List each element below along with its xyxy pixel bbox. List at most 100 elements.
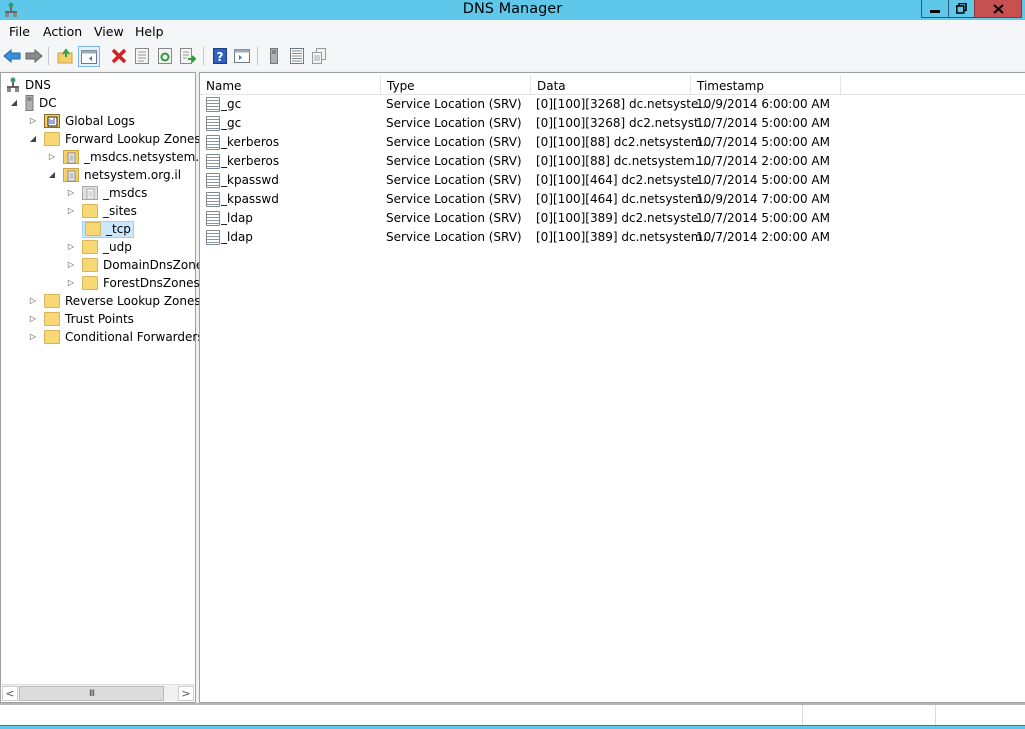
- back-button[interactable]: [3, 47, 21, 65]
- up-one-level-button[interactable]: [56, 47, 74, 65]
- tree-item-trust-points[interactable]: ▷ Trust Points: [28, 310, 134, 328]
- scrollbar-thumb[interactable]: III: [19, 686, 164, 701]
- help-icon: ?: [213, 48, 227, 64]
- close-button[interactable]: [974, 0, 1022, 18]
- tree-item-dns[interactable]: DNS: [6, 76, 51, 94]
- status-separator: [935, 705, 936, 725]
- table-row[interactable]: _gc Service Location (SRV) [0][100][3268] …: [200, 95, 1000, 114]
- tree-item-label: Global Logs: [65, 114, 135, 128]
- tree-item-domaindnszones[interactable]: ▷ DomainDnsZones: [66, 256, 209, 274]
- show-hide-console-tree-button[interactable]: [78, 46, 100, 67]
- collapsed-icon[interactable]: ▷: [28, 332, 38, 342]
- scroll-left-button[interactable]: <: [2, 686, 18, 701]
- menu-action[interactable]: Action: [43, 24, 82, 39]
- scroll-right-button[interactable]: >: [178, 686, 194, 701]
- expanded-icon[interactable]: ◢: [47, 170, 57, 180]
- tree-item-msdcs-zone[interactable]: ▷ _msdcs.netsystem.or: [47, 148, 211, 166]
- table-row[interactable]: _gc Service Location (SRV) [0][100][3268] …: [200, 114, 1000, 133]
- collapsed-icon[interactable]: ▷: [28, 296, 38, 306]
- toolbar-separator: [48, 47, 49, 65]
- show-hide-action-pane-button[interactable]: [233, 47, 251, 65]
- srv-record-icon: [206, 154, 220, 169]
- collapsed-icon[interactable]: ▷: [66, 242, 76, 252]
- srv-record-icon: [206, 173, 220, 188]
- restore-icon: [956, 3, 967, 14]
- collapsed-icon[interactable]: ▷: [66, 278, 76, 288]
- menu-file[interactable]: File: [9, 24, 30, 39]
- column-header-data[interactable]: Data: [531, 75, 691, 95]
- expanded-icon[interactable]: ◢: [9, 98, 19, 108]
- list-header: Name Type Data Timestamp: [200, 73, 1025, 95]
- table-row[interactable]: _kerberos Service Location (SRV) [0][100][…: [200, 133, 1000, 152]
- menu-view[interactable]: View: [94, 24, 124, 39]
- export-list-button[interactable]: [179, 47, 197, 65]
- cell-timestamp: 10/7/2014 2:00:00 AM: [696, 154, 830, 168]
- console-tree-icon: [81, 49, 97, 64]
- collapsed-icon[interactable]: ▷: [47, 152, 57, 162]
- table-row[interactable]: _ldap Service Location (SRV) [0][100][389]…: [200, 228, 1000, 247]
- expanded-icon[interactable]: ◢: [28, 134, 38, 144]
- svg-text:?: ?: [217, 50, 224, 64]
- collapsed-icon[interactable]: ▷: [66, 260, 76, 270]
- copy-records-icon: [312, 48, 326, 64]
- tree-item-conditional-forwarders[interactable]: ▷ Conditional Forwarders: [28, 328, 204, 346]
- column-header-name[interactable]: Name: [200, 75, 381, 95]
- tree-item-global-logs[interactable]: ▷ Global Logs: [28, 112, 135, 130]
- record-list-button[interactable]: [288, 47, 306, 65]
- records-list: Name Type Data Timestamp _gc Service Loca…: [199, 72, 1025, 703]
- collapsed-icon[interactable]: ▷: [66, 188, 76, 198]
- properties-icon: [135, 48, 149, 64]
- export-list-icon: [180, 48, 196, 64]
- cell-data: [0][100][88] dc.netsystem....: [536, 154, 711, 168]
- srv-record-icon: [206, 116, 220, 131]
- collapsed-icon[interactable]: ▷: [66, 206, 76, 216]
- tree-item-tcp[interactable]: _tcp: [66, 220, 134, 238]
- table-row[interactable]: _kpasswd Service Location (SRV) [0][100][4…: [200, 190, 1000, 209]
- title-bar: DNS Manager: [0, 0, 1025, 20]
- properties-button[interactable]: [133, 47, 151, 65]
- table-row[interactable]: _ldap Service Location (SRV) [0][100][389]…: [200, 209, 1000, 228]
- tree-item-netsystem-zone[interactable]: ◢ netsystem.org.il: [47, 166, 181, 184]
- tree-item-tcp-selection: _tcp: [82, 220, 134, 238]
- menu-help[interactable]: Help: [135, 24, 164, 39]
- menu-bar: File Action View Help: [0, 20, 1025, 42]
- tree-item-sites[interactable]: ▷ _sites: [66, 202, 137, 220]
- column-header-timestamp[interactable]: Timestamp: [691, 75, 841, 95]
- folder-icon: [82, 276, 98, 290]
- cell-name: _gc: [221, 116, 242, 130]
- help-button[interactable]: ?: [211, 47, 229, 65]
- column-header-type[interactable]: Type: [381, 75, 531, 95]
- delete-icon: [111, 48, 127, 64]
- collapsed-icon[interactable]: ▷: [28, 116, 38, 126]
- tree-item-label: DC: [39, 96, 57, 110]
- tree-item-dc[interactable]: ◢ DC: [9, 94, 57, 112]
- cell-timestamp: 10/7/2014 5:00:00 AM: [696, 116, 830, 130]
- table-row[interactable]: _kerberos Service Location (SRV) [0][100][…: [200, 152, 1000, 171]
- tree-item-forward-lookup-zones[interactable]: ◢ Forward Lookup Zones: [28, 130, 201, 148]
- cell-data: [0][100][389] dc.netsystem...: [536, 230, 714, 244]
- collapsed-icon[interactable]: ▷: [28, 314, 38, 324]
- srv-record-icon: [206, 97, 220, 112]
- console-tree: DNS ◢ DC ▷ Global Logs ◢ Forward Lookup …: [0, 72, 211, 703]
- server-button[interactable]: [265, 47, 283, 65]
- srv-record-icon: [206, 192, 220, 207]
- tree-item-msdcs-delegation[interactable]: ▷ _msdcs: [66, 184, 147, 202]
- tree-item-forestdnszones[interactable]: ▷ ForestDnsZones: [66, 274, 200, 292]
- folder-icon: [44, 330, 60, 344]
- cell-name: _kerberos: [221, 154, 280, 168]
- tree-item-udp[interactable]: ▷ _udp: [66, 238, 132, 256]
- tree-item-label: _msdcs.netsystem.or: [84, 150, 212, 164]
- refresh-button[interactable]: [156, 47, 174, 65]
- server-icon: [25, 95, 34, 111]
- cell-timestamp: 10/9/2014 6:00:00 AM: [696, 97, 830, 111]
- restore-button[interactable]: [948, 0, 975, 18]
- minimize-button[interactable]: [921, 0, 949, 18]
- copy-records-button[interactable]: [310, 47, 328, 65]
- tree-horizontal-scrollbar[interactable]: < III >: [2, 684, 194, 701]
- forward-button[interactable]: [25, 47, 43, 65]
- cell-data: [0][100][88] dc2.netsystem...: [536, 135, 714, 149]
- tree-item-reverse-lookup-zones[interactable]: ▷ Reverse Lookup Zones: [28, 292, 201, 310]
- tree-item-label: DomainDnsZones: [103, 258, 210, 272]
- table-row[interactable]: _kpasswd Service Location (SRV) [0][100][4…: [200, 171, 1000, 190]
- delete-button[interactable]: [110, 47, 128, 65]
